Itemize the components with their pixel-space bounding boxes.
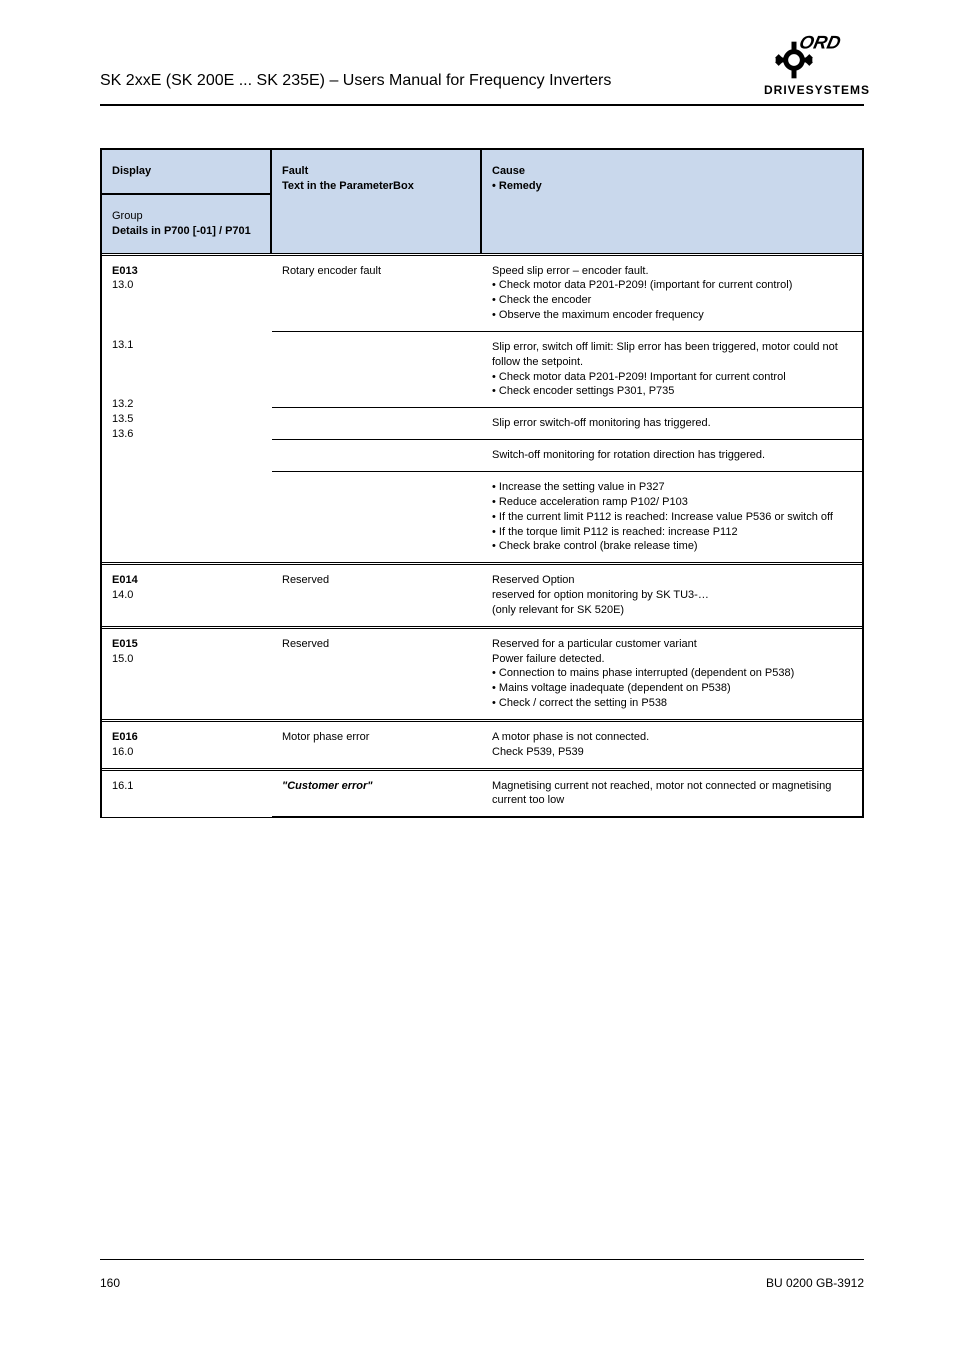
cause-text: Slip error switch-off monitoring has tri…: [482, 407, 862, 439]
col-group-label: Group: [112, 210, 143, 222]
table-row: Rotary encoder fault Speed slip error – …: [272, 256, 862, 331]
fault-text: [272, 407, 482, 439]
group-subcode: 13.1: [112, 338, 261, 353]
group-subcode: 15.0: [112, 652, 261, 667]
table-row: • Increase the setting value in P327• Re…: [272, 471, 862, 562]
group-subcode: 13.2: [112, 397, 261, 412]
fault-text: "Customer error": [272, 771, 482, 818]
group-subcode: 13.0: [112, 278, 261, 293]
footer-rule: [100, 1259, 864, 1260]
table-row: Slip error, switch off limit: Slip error…: [272, 331, 862, 407]
fault-text: [272, 439, 482, 471]
group-subcode: 14.0: [112, 588, 261, 603]
group-subcode: 16.0: [112, 745, 261, 760]
svg-text:ORD: ORD: [798, 32, 843, 53]
group-code: E013: [112, 264, 261, 279]
fault-text: Reserved: [272, 629, 482, 719]
cause-text: Speed slip error – encoder fault.• Check…: [482, 256, 862, 331]
table-group: E016 16.0 Motor phase error A motor phas…: [102, 722, 862, 771]
table-group: E015 15.0 Reserved Reserved for a partic…: [102, 629, 862, 722]
table-row: Switch-off monitoring for rotation direc…: [272, 439, 862, 471]
group-code-cell: E013 13.0 13.1 13.2 13.5 13.6: [102, 256, 272, 563]
cause-text: Reserved for a particular customer varia…: [482, 629, 862, 719]
group-subcode: 13.5: [112, 412, 261, 427]
cause-text: • Increase the setting value in P327• Re…: [482, 471, 862, 562]
fault-text: [272, 471, 482, 562]
cause-text: Slip error, switch off limit: Slip error…: [482, 331, 862, 407]
table-row: "Customer error" Magnetising current not…: [272, 771, 862, 818]
fault-text: Rotary encoder fault: [272, 256, 482, 331]
col-display-heading: Display: [102, 150, 270, 195]
page-title: SK 2xxE (SK 200E ... SK 235E) – Users Ma…: [100, 72, 611, 90]
fault-table: Display Group Details in P700 [-01] / P7…: [100, 148, 864, 818]
table-row: Slip error switch-off monitoring has tri…: [272, 407, 862, 439]
group-code: E014: [112, 573, 261, 588]
group-subcode: 16.1: [112, 779, 261, 794]
cause-text: A motor phase is not connected.Check P53…: [482, 722, 862, 768]
group-code-cell: 16.1: [102, 771, 272, 818]
group-code-cell: E015 15.0: [102, 629, 272, 719]
group-subcode: 13.6: [112, 427, 261, 442]
header-rule: [100, 104, 864, 106]
table-group: 16.1 "Customer error" Magnetising curren…: [102, 771, 862, 819]
page-number: 160: [100, 1276, 120, 1290]
brand-logo: ORD DRIVESYSTEMS: [764, 30, 864, 97]
brand-subtext: DRIVESYSTEMS: [764, 83, 864, 97]
doc-id: BU 0200 GB-3912: [766, 1276, 864, 1290]
col-cause-heading: Cause• Remedy: [482, 150, 862, 253]
fault-text: Motor phase error: [272, 722, 482, 768]
group-code: E015: [112, 637, 261, 652]
cause-text: Reserved Optionreserved for option monit…: [482, 565, 862, 626]
col-group-detail: Details in P700 [-01] / P701: [112, 225, 251, 237]
table-row: Reserved Reserved for a particular custo…: [272, 629, 862, 719]
nord-gear-icon: ORD: [771, 30, 857, 80]
fault-text: Reserved: [272, 565, 482, 626]
table-group: E014 14.0 Reserved Reserved Optionreserv…: [102, 565, 862, 629]
fault-text: [272, 331, 482, 407]
cause-text: Magnetising current not reached, motor n…: [482, 771, 862, 818]
table-group: E013 13.0 13.1 13.2 13.5 13.6 Rotary enc…: [102, 253, 862, 566]
cause-text: Switch-off monitoring for rotation direc…: [482, 439, 862, 471]
group-code: E016: [112, 730, 261, 745]
table-row: Motor phase error A motor phase is not c…: [272, 722, 862, 768]
group-code-cell: E014 14.0: [102, 565, 272, 626]
col-fault-heading: FaultText in the ParameterBox: [272, 150, 482, 253]
table-header: Display Group Details in P700 [-01] / P7…: [102, 150, 862, 253]
group-code-cell: E016 16.0: [102, 722, 272, 768]
table-row: Reserved Reserved Optionreserved for opt…: [272, 565, 862, 626]
